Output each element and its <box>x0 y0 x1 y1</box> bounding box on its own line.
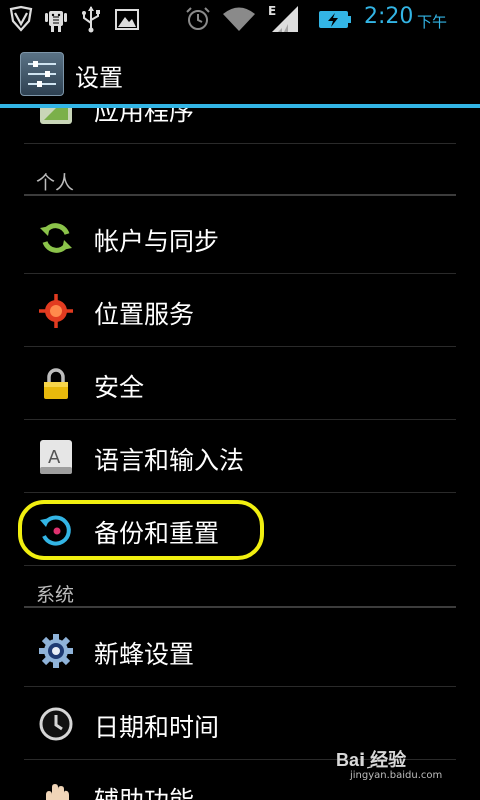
apps-icon <box>40 108 72 124</box>
list-item-location[interactable]: 位置服务 <box>24 275 456 347</box>
accessibility-hand-icon <box>46 784 69 800</box>
android-debug-icon <box>45 11 67 32</box>
list-item-label: 应用程序 <box>94 108 195 126</box>
page-title: 设置 <box>75 64 123 92</box>
wifi-icon <box>223 7 255 31</box>
list-item-label: 新蜂设置 <box>94 640 195 669</box>
section-header-system: 系统 <box>24 574 456 608</box>
list-item-label: 辅助功能 <box>94 781 194 800</box>
battery-charging-icon <box>319 11 351 28</box>
list-item-apps[interactable]: 应用程序 <box>24 108 456 144</box>
location-icon <box>39 294 73 328</box>
keyboard-icon: A <box>40 440 72 474</box>
list-item-language-input[interactable]: A 语言和输入法 <box>24 421 456 493</box>
list-item-security[interactable]: 安全 <box>24 348 456 420</box>
section-header-label: 系统 <box>36 584 75 606</box>
list-item-label: 帐户与同步 <box>94 227 220 256</box>
lock-icon <box>44 368 68 399</box>
signal-icon <box>272 6 298 32</box>
settings-list[interactable]: 应用程序 个人 帐户与同步 位置服务 安全 A 语言和输入法 备份和重置 系统 … <box>0 108 480 800</box>
section-header-personal: 个人 <box>24 162 456 196</box>
highlight-annotation <box>18 500 264 560</box>
list-item-accounts-sync[interactable]: 帐户与同步 <box>24 202 456 274</box>
settings-sliders-icon[interactable] <box>20 52 64 96</box>
list-item-label: 日期和时间 <box>94 713 220 742</box>
clock-icon <box>39 707 73 741</box>
watermark-brand: Baiِ 经验 <box>336 750 407 770</box>
status-bar: E 2:20 下午 <box>0 0 480 38</box>
baidu-watermark: Baiِ 经验 jingyan.baidu.com <box>336 740 476 784</box>
alarm-icon <box>186 7 210 30</box>
watermark-domain: jingyan.baidu.com <box>350 770 443 781</box>
list-item-xinfeng-settings[interactable]: 新蜂设置 <box>24 615 456 687</box>
action-bar: 设置 <box>0 38 480 108</box>
gear-icon <box>39 634 73 668</box>
svg-text:A: A <box>48 447 61 468</box>
clock-ampm: 下午 <box>417 13 448 31</box>
section-header-label: 个人 <box>36 172 75 194</box>
list-item-label: 语言和输入法 <box>94 446 245 475</box>
vpn-shield-icon <box>9 5 33 32</box>
image-icon <box>115 9 139 30</box>
usb-icon <box>82 6 100 33</box>
clock-time: 2:20 <box>364 4 414 29</box>
sync-icon <box>40 223 72 253</box>
list-item-label: 位置服务 <box>94 300 195 329</box>
list-item-label: 安全 <box>94 373 145 402</box>
